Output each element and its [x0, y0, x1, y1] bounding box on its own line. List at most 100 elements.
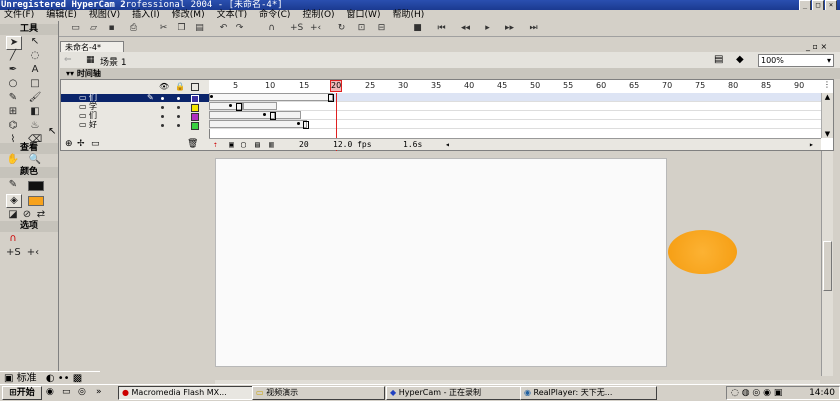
play-icon[interactable]: ▸	[482, 23, 493, 34]
cut-icon[interactable]: ✂	[158, 23, 169, 34]
eye-icon[interactable]: 👁	[159, 82, 169, 91]
timeline-header[interactable]: ▾▾ 时间轴	[60, 68, 840, 79]
menu-insert[interactable]: 插入(I)	[132, 10, 160, 20]
lock-icon[interactable]: 🔒	[175, 82, 185, 91]
oval-tool-icon[interactable]: ○	[6, 78, 20, 90]
edit-symbol-icon[interactable]: ◆	[736, 54, 744, 65]
frame-ruler[interactable]: 5 10 15 20 25 30 35 40 45 50 55 60 65 70…	[209, 80, 821, 94]
line-tool-icon[interactable]: ╱	[6, 50, 20, 62]
frame-row[interactable]	[209, 102, 821, 111]
edit-scene-icon[interactable]: ▤	[714, 54, 723, 65]
scroll-right-icon[interactable]: ▸	[809, 139, 814, 150]
stroke-color-swatch[interactable]	[28, 181, 44, 191]
standard-label[interactable]: 标准	[17, 373, 37, 384]
straighten-icon[interactable]: +‹	[310, 23, 321, 34]
minimize-button[interactable]: _	[799, 0, 811, 10]
menu-modify[interactable]: 修改(M)	[172, 10, 205, 20]
layer-row[interactable]: ▭ 好	[61, 121, 209, 130]
layer-row[interactable]: ▭ 们	[61, 112, 209, 121]
snap-to-objects-icon[interactable]: ∩	[6, 233, 20, 245]
print-icon[interactable]: ⎙	[128, 23, 139, 34]
hand-tool-icon[interactable]: ✋	[6, 154, 20, 166]
frame-row[interactable]	[209, 93, 821, 102]
layer-color-swatch[interactable]	[191, 104, 199, 112]
playhead-marker[interactable]: 20	[330, 80, 342, 92]
fill-color-swatch[interactable]	[28, 196, 44, 206]
stop-icon[interactable]: ■	[412, 23, 423, 34]
quicklaunch-ie-icon[interactable]: ◉	[46, 387, 54, 397]
snap-magnet-icon[interactable]: ∩	[266, 23, 277, 34]
keyframe-dot[interactable]	[229, 104, 232, 107]
delete-layer-icon[interactable]: 🗑	[187, 139, 198, 149]
stage-vertical-scrollbar[interactable]	[821, 151, 833, 376]
frame-span[interactable]	[209, 120, 307, 128]
outline-icon[interactable]	[191, 83, 199, 91]
pencil-tool-icon[interactable]: ✎	[6, 92, 20, 104]
menu-control[interactable]: 控制(O)	[302, 10, 334, 20]
add-layer-icon[interactable]: ⊕	[65, 139, 73, 149]
task-flash[interactable]: ● Macromedia Flash MX...	[118, 386, 253, 400]
dots-icon[interactable]: ••	[58, 373, 70, 384]
lasso-tool-icon[interactable]: ◌	[28, 50, 42, 62]
add-folder-icon[interactable]: ▭	[91, 139, 100, 149]
fill-transform-tool-icon[interactable]: ◧	[28, 106, 42, 118]
center-frame-icon[interactable]: ⇡	[213, 139, 218, 150]
smooth-option-icon[interactable]: +S	[6, 247, 21, 259]
paste-icon[interactable]: ▤	[194, 23, 205, 34]
open-file-icon[interactable]: ▱	[88, 23, 99, 34]
frame-row[interactable]	[209, 120, 821, 129]
keyframe-dot[interactable]	[297, 122, 300, 125]
rotate-icon[interactable]: ↻	[336, 23, 347, 34]
frame-span[interactable]	[209, 93, 333, 101]
frame-span[interactable]	[275, 111, 301, 119]
scale-icon[interactable]: ⊡	[356, 23, 367, 34]
subselect-tool-icon[interactable]: ↖	[28, 36, 42, 48]
layer-color-swatch[interactable]	[191, 95, 199, 103]
scroll-up-icon[interactable]: ▲	[822, 93, 833, 101]
copy-icon[interactable]: ❐	[176, 23, 187, 34]
go-to-end-icon[interactable]: ⏭	[528, 23, 539, 34]
swap-colors-icon[interactable]: ⇄	[34, 209, 48, 221]
menu-window[interactable]: 窗口(W)	[347, 10, 381, 20]
scroll-left-icon[interactable]: ◂	[445, 139, 450, 150]
scene-label[interactable]: 场景 1	[100, 55, 127, 68]
fill-color-icon[interactable]: ◈	[6, 194, 22, 208]
step-forward-icon[interactable]: ▸▸	[504, 23, 515, 34]
quicklaunch-media-icon[interactable]: ◎	[78, 387, 86, 397]
layer-row[interactable]: ▭ 们 ✎	[61, 94, 209, 103]
keyframe-dot[interactable]	[210, 95, 213, 98]
brush-tool-icon[interactable]: 🖌	[28, 92, 42, 104]
timeline-vertical-scrollbar[interactable]: ▲ ▼	[821, 93, 833, 138]
align-icon[interactable]: ⊟	[376, 23, 387, 34]
layer-color-swatch[interactable]	[191, 113, 199, 121]
scroll-thumb[interactable]	[823, 241, 832, 291]
frame-row[interactable]	[209, 111, 821, 120]
rectangle-tool-icon[interactable]: □	[28, 78, 42, 90]
task-realplayer[interactable]: ◉ RealPlayer: 天下无...	[520, 386, 657, 400]
menu-text[interactable]: 文本(T)	[217, 10, 248, 20]
free-transform-tool-icon[interactable]: ⊞	[6, 106, 20, 118]
arrow-tool-icon[interactable]: ➤	[6, 36, 22, 50]
default-colors-icon[interactable]: ◪	[6, 209, 20, 221]
onion-outline-icon[interactable]: ▢	[241, 139, 246, 150]
zoom-tool-icon[interactable]: 🔍	[28, 154, 42, 166]
new-file-icon[interactable]: ▭	[70, 23, 81, 34]
menu-file[interactable]: 文件(F)	[4, 10, 34, 20]
edit-multiple-frames-icon[interactable]: ▤	[255, 139, 260, 150]
onion-skin-icon[interactable]: ▣	[229, 139, 234, 150]
task-video-demo[interactable]: ▭ 视频演示	[252, 386, 385, 400]
menu-help[interactable]: 帮助(H)	[392, 10, 424, 20]
pen-tool-icon[interactable]: ✒	[6, 64, 20, 76]
layer-row[interactable]: ▭ 学	[61, 103, 209, 112]
paint-bucket-tool-icon[interactable]: ♨	[28, 120, 42, 132]
quicklaunch-desktop-icon[interactable]: ▭	[62, 387, 71, 397]
frame-grid[interactable]	[209, 93, 821, 153]
task-hypercam[interactable]: ◆ HyperCam - 正在录制	[386, 386, 521, 400]
start-button[interactable]: ⊞开始	[2, 386, 42, 400]
half-circle-icon[interactable]: ◐	[46, 373, 55, 384]
menu-commands[interactable]: 命令(C)	[259, 10, 290, 20]
zoom-select[interactable]: 100% ▾	[758, 54, 834, 67]
orange-ellipse-shape[interactable]	[668, 230, 737, 274]
maximize-button[interactable]: □	[812, 0, 824, 10]
stroke-color-icon[interactable]: ✎	[6, 179, 20, 191]
